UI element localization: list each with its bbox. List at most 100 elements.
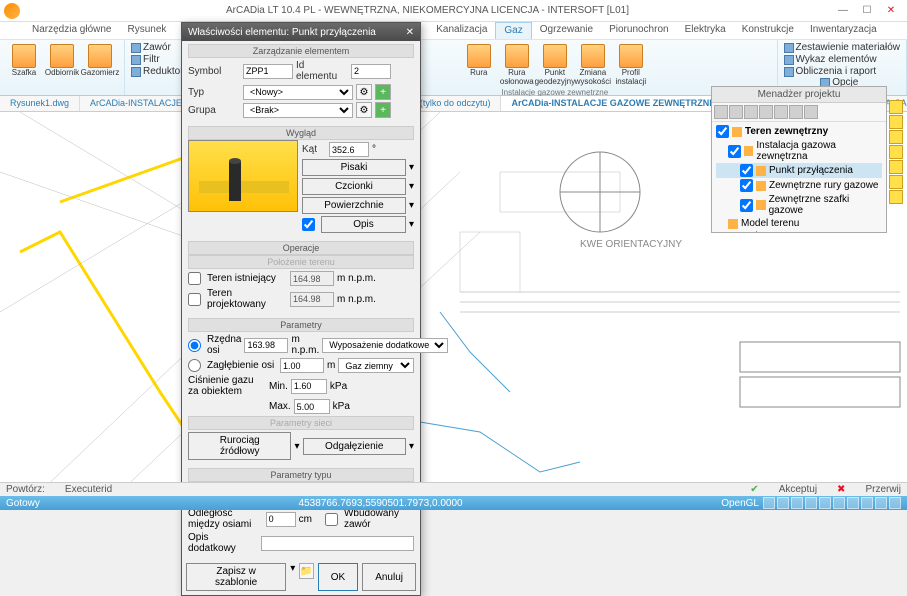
- zmiana-wys2-button[interactable]: Zmiana wysokości: [575, 42, 611, 88]
- zagl-radio[interactable]: [188, 359, 201, 372]
- tree-node[interactable]: Zewnętrzne rury gazowe: [716, 178, 882, 193]
- max-input[interactable]: [294, 399, 330, 414]
- pm-tool-icon[interactable]: [789, 105, 803, 119]
- bulb-icon[interactable]: [889, 160, 903, 174]
- chevron-down-icon[interactable]: ▾: [409, 200, 414, 211]
- powierzchnie-button[interactable]: Powierzchnie: [302, 197, 406, 214]
- punkt-geod-button[interactable]: Punkt geodezyjny: [537, 42, 573, 88]
- tab-piorunochron[interactable]: Piorunochron: [601, 22, 676, 39]
- sb-icon[interactable]: [889, 497, 901, 509]
- minimize-button[interactable]: —: [831, 2, 855, 20]
- kat-input[interactable]: [329, 142, 369, 157]
- rura2-button[interactable]: Rura: [461, 42, 497, 88]
- chevron-down-icon[interactable]: ▾: [409, 181, 414, 192]
- reduktor-button[interactable]: Reduktor: [131, 66, 184, 77]
- save-template-button[interactable]: Zapisz w szablonie: [186, 563, 286, 591]
- przerwij-link[interactable]: Przerwij: [865, 484, 901, 495]
- grupa-add-icon[interactable]: +: [375, 102, 391, 118]
- pm-tool-icon[interactable]: [744, 105, 758, 119]
- szafka-button[interactable]: Szafka: [6, 42, 42, 79]
- id-input[interactable]: [351, 64, 391, 79]
- tab-narzedzia[interactable]: Narzędzia główne: [24, 22, 120, 39]
- cancel-button[interactable]: Anuluj: [362, 563, 416, 591]
- bulb-icon[interactable]: [889, 130, 903, 144]
- grupa-select[interactable]: <Brak>: [243, 103, 353, 118]
- typ-settings-icon[interactable]: ⚙: [356, 84, 372, 100]
- app-logo-icon: [4, 3, 20, 19]
- tree-node[interactable]: Teren zewnętrzny: [716, 124, 882, 139]
- gazomierz-button[interactable]: Gazomierz: [82, 42, 118, 79]
- wbud-checkbox[interactable]: [325, 513, 338, 526]
- akceptuj-link[interactable]: Akceptuj: [779, 484, 817, 495]
- sb-icon[interactable]: [805, 497, 817, 509]
- dialog-titlebar[interactable]: Właściwości elementu: Punkt przyłączenia…: [182, 23, 420, 41]
- rzedna-input[interactable]: [244, 338, 288, 353]
- tab-ogrzewanie[interactable]: Ogrzewanie: [532, 22, 601, 39]
- odbiornik-button[interactable]: Odbiornik: [44, 42, 80, 79]
- maximize-button[interactable]: ☐: [855, 2, 879, 20]
- library-icon[interactable]: 📁: [299, 563, 313, 579]
- rura-osl-button[interactable]: Rura osłonowa: [499, 42, 535, 88]
- wyposazenie-select[interactable]: Wyposażenie dodatkowe: [322, 338, 448, 353]
- opis-button[interactable]: Opis: [321, 216, 406, 233]
- tree-node[interactable]: Model terenu: [716, 217, 882, 230]
- tree-node[interactable]: Wykazy: [716, 230, 882, 232]
- wykaz-button[interactable]: Wykaz elementów: [784, 54, 901, 65]
- symbol-input[interactable]: [243, 64, 293, 79]
- ok-button[interactable]: OK: [318, 563, 358, 591]
- tree-node[interactable]: Instalacja gazowa zewnętrzna: [716, 139, 882, 163]
- gaz-select[interactable]: Gaz ziemny: [338, 358, 414, 373]
- opis-checkbox[interactable]: [302, 218, 315, 231]
- sb-icon[interactable]: [847, 497, 859, 509]
- profil-button[interactable]: Profil instalacji: [613, 42, 649, 88]
- rzedna-radio[interactable]: [188, 339, 201, 352]
- tree-node[interactable]: Punkt przyłączenia: [716, 163, 882, 178]
- tab-gaz[interactable]: Gaz: [495, 22, 531, 39]
- zestawienie-button[interactable]: Zestawienie materiałów: [784, 42, 901, 53]
- tab-rysunek[interactable]: Rysunek: [120, 22, 175, 39]
- min-input[interactable]: [291, 379, 327, 394]
- tab-elektryka[interactable]: Elektryka: [677, 22, 734, 39]
- typ-select[interactable]: <Nowy>: [243, 85, 353, 100]
- teren-proj-checkbox[interactable]: [188, 293, 201, 306]
- tab-kanalizacja[interactable]: Kanalizacja: [428, 22, 495, 39]
- dialog-close-icon[interactable]: ✕: [406, 27, 414, 38]
- teren-ist-checkbox[interactable]: [188, 272, 201, 285]
- odl-input[interactable]: [266, 512, 296, 527]
- bulb-icon[interactable]: [889, 190, 903, 204]
- typ-add-icon[interactable]: +: [375, 84, 391, 100]
- tab-konstrukcje[interactable]: Konstrukcje: [734, 22, 802, 39]
- chevron-down-icon[interactable]: ▾: [409, 162, 414, 173]
- filtr-button[interactable]: Filtr: [131, 54, 184, 65]
- close-button[interactable]: ✕: [879, 2, 903, 20]
- bulb-icon[interactable]: [889, 115, 903, 129]
- sb-icon[interactable]: [875, 497, 887, 509]
- tree-node[interactable]: Zewnętrzne szafki gazowe: [716, 193, 882, 217]
- pm-tool-icon[interactable]: [759, 105, 773, 119]
- rurociag-button[interactable]: Rurociąg źródłowy: [188, 432, 291, 460]
- sb-icon[interactable]: [833, 497, 845, 509]
- sb-icon[interactable]: [819, 497, 831, 509]
- pm-tool-icon[interactable]: [729, 105, 743, 119]
- sb-icon[interactable]: [791, 497, 803, 509]
- bulb-icon[interactable]: [889, 100, 903, 114]
- czcionki-button[interactable]: Czcionki: [302, 178, 406, 195]
- doc-tab-0[interactable]: Rysunek1.dwg: [0, 96, 80, 111]
- chevron-down-icon[interactable]: ▾: [409, 219, 414, 230]
- tab-inwentaryzacja[interactable]: Inwentaryzacja: [802, 22, 885, 39]
- obliczenia-button[interactable]: Obliczenia i raport: [784, 66, 901, 77]
- bulb-icon[interactable]: [889, 175, 903, 189]
- zawor-button[interactable]: Zawór: [131, 42, 184, 53]
- grupa-settings-icon[interactable]: ⚙: [356, 102, 372, 118]
- pisaki-button[interactable]: Pisaki: [302, 159, 406, 176]
- sb-icon[interactable]: [861, 497, 873, 509]
- sb-icon[interactable]: [763, 497, 775, 509]
- pm-tool-icon[interactable]: [804, 105, 818, 119]
- sb-icon[interactable]: [777, 497, 789, 509]
- bulb-icon[interactable]: [889, 145, 903, 159]
- odgalezienie-button[interactable]: Odgałęzienie: [303, 438, 406, 455]
- zagl-input[interactable]: [280, 358, 324, 373]
- opis-dod-input[interactable]: [261, 536, 414, 551]
- pm-tool-icon[interactable]: [714, 105, 728, 119]
- pm-tool-icon[interactable]: [774, 105, 788, 119]
